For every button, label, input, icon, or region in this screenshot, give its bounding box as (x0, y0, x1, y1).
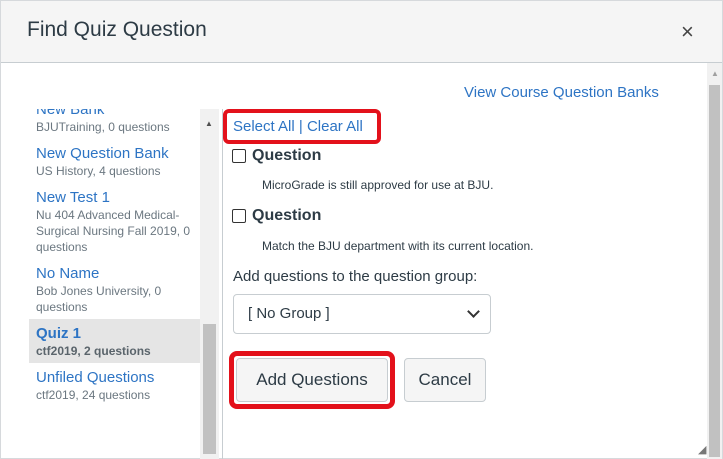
close-icon[interactable]: × (681, 21, 694, 43)
question-text-2: Match the BJU department with its curren… (262, 239, 534, 253)
bank-name: Unfiled Questions (36, 369, 155, 386)
resize-grip-icon[interactable]: ◢ (698, 443, 706, 456)
question-row-2: Question (232, 207, 321, 225)
bank-name: Quiz 1 (36, 325, 82, 342)
dialog-header: Find Quiz Question × (1, 1, 722, 63)
add-questions-button[interactable]: Add Questions (236, 358, 388, 402)
bank-meta: BJUTraining, 0 questions (36, 120, 170, 134)
bank-name: New Question Bank (36, 145, 169, 162)
panel-divider (222, 109, 223, 459)
scroll-up-arrow-icon[interactable]: ▲ (711, 69, 719, 78)
question-group-select[interactable]: [ No Group ] (233, 294, 491, 334)
select-all-link[interactable]: Select All (233, 118, 295, 135)
question-bank-list: New Bank BJUTraining, 0 questions New Qu… (29, 109, 200, 459)
bank-item-new-bank[interactable]: New Bank BJUTraining, 0 questions (29, 109, 200, 139)
question-title: Question (252, 147, 322, 164)
question-text-1: MicroGrade is still approved for use at … (262, 178, 494, 192)
select-clear-links: Select All | Clear All (233, 118, 363, 135)
question-row-1: Question (232, 147, 321, 165)
question-group-label: Add questions to the question group: (233, 268, 478, 285)
bank-item-quiz-1[interactable]: Quiz 1 ctf2019, 2 questions (29, 319, 200, 363)
view-course-question-banks-link[interactable]: View Course Question Banks (464, 84, 659, 101)
chevron-down-icon (467, 305, 480, 318)
bank-item-unfiled-questions[interactable]: Unfiled Questions ctf2019, 24 questions (29, 363, 200, 407)
bank-name: No Name (36, 265, 100, 282)
question-checkbox-2[interactable] (232, 209, 246, 223)
bank-meta: Nu 404 Advanced Medical-Surgical Nursing… (36, 208, 191, 254)
selected-group: [ No Group ] (248, 305, 330, 322)
scroll-up-arrow-icon[interactable]: ▲ (205, 119, 213, 128)
link-separator: | (294, 118, 307, 135)
dialog-title: Find Quiz Question (27, 18, 207, 41)
bank-list-scrollbar[interactable]: ▲ (200, 109, 219, 459)
bank-meta: Bob Jones University, 0 questions (36, 284, 162, 314)
bank-item-new-question-bank[interactable]: New Question Bank US History, 4 question… (29, 139, 200, 183)
bank-meta: ctf2019, 24 questions (36, 388, 151, 402)
find-quiz-question-dialog: Find Quiz Question × View Course Questio… (0, 0, 723, 459)
scrollbar-thumb[interactable] (203, 324, 216, 454)
clear-all-link[interactable]: Clear All (307, 118, 363, 135)
dialog-body: View Course Question Banks New Bank BJUT… (1, 63, 707, 459)
bank-meta: US History, 4 questions (36, 164, 161, 178)
question-title: Question (252, 207, 322, 224)
bank-name: New Bank (36, 109, 105, 118)
bank-name: New Test 1 (36, 189, 110, 206)
scrollbar-thumb[interactable] (709, 85, 720, 457)
cancel-button[interactable]: Cancel (404, 358, 486, 402)
bank-item-no-name[interactable]: No Name Bob Jones University, 0 question… (29, 259, 200, 319)
bank-meta: ctf2019, 2 questions (36, 344, 151, 358)
dialog-scrollbar[interactable]: ▲ (707, 63, 722, 459)
bank-item-new-test-1[interactable]: New Test 1 Nu 404 Advanced Medical-Surgi… (29, 183, 200, 259)
question-checkbox-1[interactable] (232, 149, 246, 163)
